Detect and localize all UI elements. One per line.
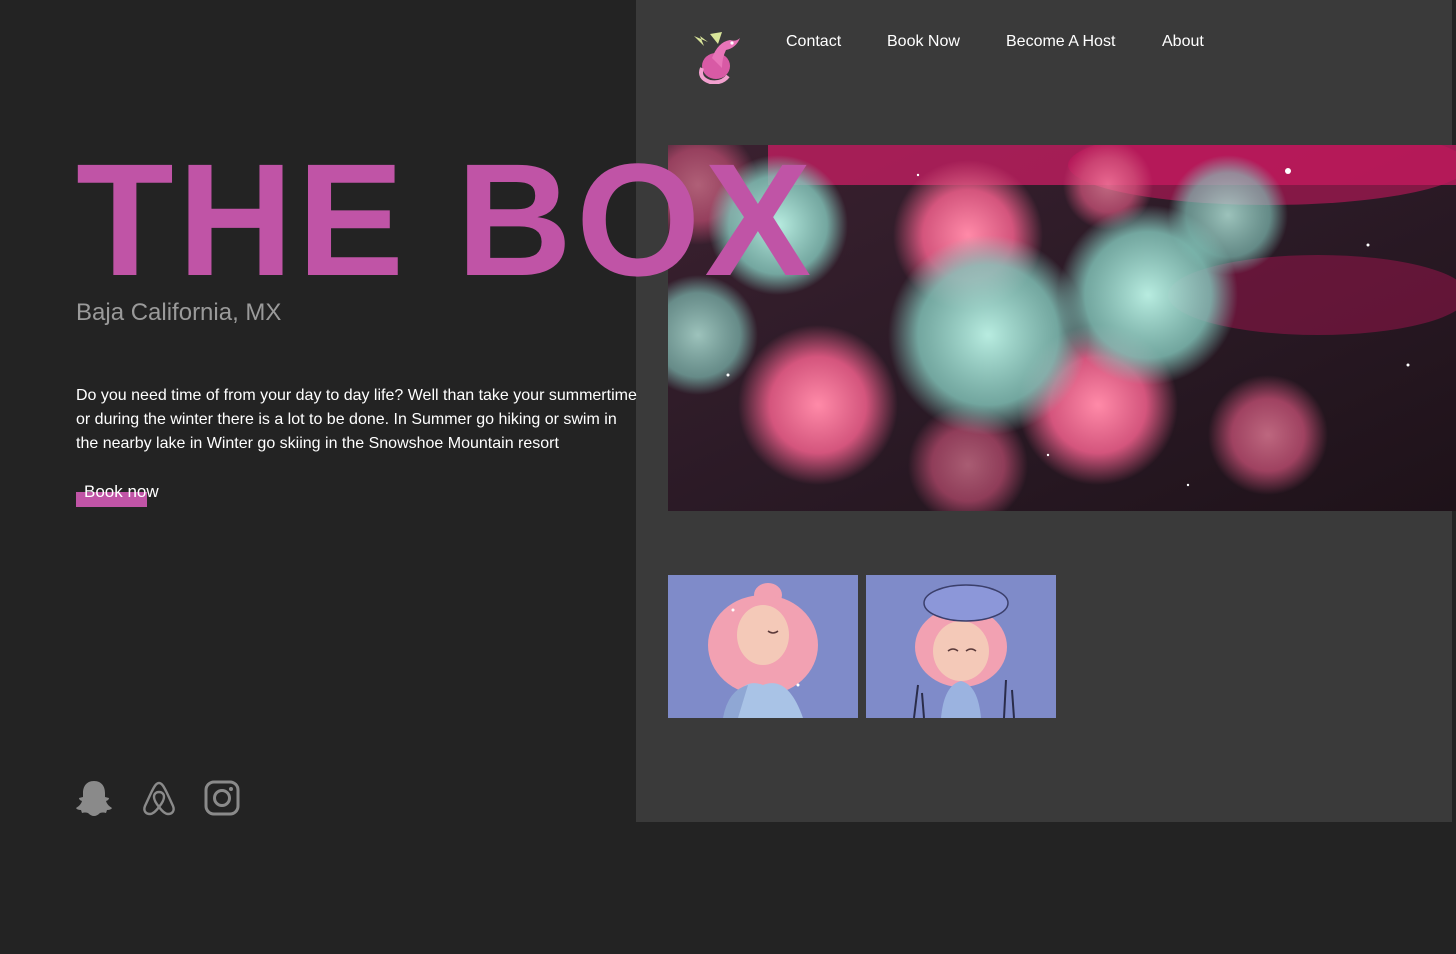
pink-hair-girl-illustration[interactable]	[668, 575, 858, 718]
page-title: THE BOX	[76, 130, 816, 309]
book-now-button[interactable]: Book now	[84, 482, 159, 502]
nav-book-now-link[interactable]: Book Now	[887, 33, 960, 51]
description-text: Do you need time of from your day to day…	[76, 387, 637, 452]
nav-contact-link[interactable]: Contact	[786, 33, 841, 51]
nav-about-link[interactable]: About	[1162, 33, 1204, 51]
page: Contact Book Now Become A Host About THE…	[0, 0, 1456, 954]
dragon-logo-icon[interactable]	[688, 28, 742, 84]
nav-become-host-link[interactable]: Become A Host	[1006, 33, 1115, 51]
airbnb-icon[interactable]	[140, 779, 178, 817]
beret-girl-illustration[interactable]	[866, 575, 1056, 718]
instagram-icon[interactable]	[203, 779, 241, 817]
snapchat-icon[interactable]	[75, 779, 113, 817]
